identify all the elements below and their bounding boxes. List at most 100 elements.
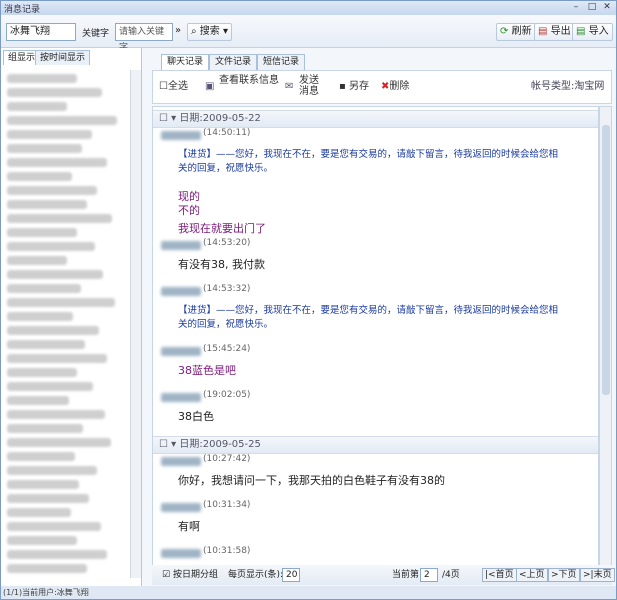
contact-item[interactable] — [7, 242, 95, 251]
next-page-button[interactable]: >下页 — [548, 568, 580, 582]
minimize-icon[interactable]: – — [569, 2, 583, 13]
contact-item[interactable] — [7, 200, 87, 209]
contact-item[interactable] — [7, 88, 102, 97]
contact-list-scrollbar[interactable] — [130, 70, 141, 578]
date-group-header[interactable]: ☐ ▾ 日期:2009-05-25 — [153, 436, 598, 454]
contact-item[interactable] — [7, 228, 77, 237]
contact-card-icon: ▣ — [205, 81, 215, 92]
contact-item[interactable] — [7, 424, 83, 433]
message-item[interactable]: (14:50:11) 【进货】——您好，我现在不在，要是您有交易的，请敲下留言，待… — [153, 128, 598, 188]
contact-item[interactable] — [7, 214, 112, 223]
message-item[interactable]: 现的 不的 — [153, 188, 598, 220]
contact-item[interactable] — [7, 172, 72, 181]
contact-item[interactable] — [7, 368, 77, 377]
contact-item[interactable] — [7, 340, 85, 349]
contact-item[interactable] — [7, 326, 99, 335]
per-page-input[interactable]: 20 — [282, 568, 300, 582]
scroll-thumb[interactable] — [602, 125, 610, 395]
send-message-button[interactable]: 发送消息 — [299, 75, 325, 97]
tab-time-view[interactable]: 按时间显示 — [35, 50, 91, 65]
contact-item[interactable] — [7, 144, 82, 153]
sender-avatar — [161, 393, 201, 402]
contact-item[interactable] — [7, 522, 101, 531]
contact-item[interactable] — [7, 410, 105, 419]
status-bar: (1/1)当前用户:冰舞飞翔 — [1, 586, 616, 599]
message-item[interactable]: (10:31:34) 有啊 — [153, 500, 598, 546]
contact-item[interactable] — [7, 312, 73, 321]
select-all-checkbox[interactable]: ☐全选 — [159, 81, 188, 92]
message-item[interactable]: 我现在就要出门了 — [153, 220, 598, 238]
message-scrollbar[interactable] — [599, 106, 612, 566]
contact-item[interactable] — [7, 564, 87, 573]
contact-item[interactable] — [7, 536, 77, 545]
date-group-header[interactable]: ☐ ▾ 日期:2009-05-22 — [153, 110, 598, 128]
contact-item[interactable] — [7, 102, 67, 111]
checkbox-icon: ☐ — [159, 439, 168, 450]
contact-item[interactable] — [7, 158, 107, 167]
prev-page-button[interactable]: <上页 — [516, 568, 548, 582]
contact-item[interactable] — [7, 186, 97, 195]
first-page-button[interactable]: |<首页 — [482, 568, 517, 582]
save-as-button[interactable]: ▪ 另存 — [339, 81, 369, 92]
tab-sms-records[interactable]: 短信记录 — [257, 54, 306, 70]
last-page-button[interactable]: >|末页 — [580, 568, 615, 582]
contact-name-field[interactable]: 冰舞飞翔 — [6, 23, 76, 41]
current-page-input[interactable]: 2 — [420, 568, 438, 582]
view-contact-button[interactable]: 查看联系信息 — [219, 75, 279, 86]
tab-file-records[interactable]: 文件记录 — [209, 54, 258, 70]
contact-panel: 组显示 按时间显示 — [1, 48, 142, 586]
close-icon[interactable]: ✕ — [600, 2, 614, 13]
contact-item[interactable] — [7, 438, 111, 447]
checkbox-icon: ☐ — [159, 113, 168, 124]
keyword-input[interactable]: 请输入关键字 — [115, 23, 173, 53]
record-panel: 聊天记录 文件记录 短信记录 ☐全选 ▣ 查看联系信息 ✉ 发送消息 ▪ 另存 … — [146, 48, 615, 586]
window-title: 消息记录 — [4, 5, 41, 15]
import-button[interactable]: ▤ 导入 — [572, 23, 613, 41]
message-list[interactable]: ☐ ▾ 日期:2009-05-22 (14:50:11) 【进货】——您好，我现在不… — [152, 106, 599, 566]
message-item[interactable]: (14:53:20) 有没有38, 我付款 — [153, 238, 598, 284]
contact-item[interactable] — [7, 466, 97, 475]
message-item[interactable]: (19:02:05) 38白色 — [153, 390, 598, 436]
maximize-icon[interactable]: □ — [585, 2, 599, 13]
expand-icon[interactable]: » — [175, 25, 181, 36]
message-text: 38白色 — [178, 410, 214, 423]
contact-item[interactable] — [7, 550, 107, 559]
contact-item[interactable] — [7, 270, 103, 279]
contact-item[interactable] — [7, 130, 92, 139]
export-button[interactable]: ▤ 导出 — [534, 23, 575, 41]
contact-item[interactable] — [7, 74, 77, 83]
export-icon: ▤ — [538, 26, 548, 37]
contact-item[interactable] — [7, 298, 115, 307]
record-actions-bar: ☐全选 ▣ 查看联系信息 ✉ 发送消息 ▪ 另存 ✖删除 帐号类型:淘宝网 — [152, 70, 612, 104]
app-window: 消息记录 – □ ✕ 冰舞飞翔 关键字 请输入关键字 » ⌕ 搜索 ▾ ⟳ 刷新… — [0, 0, 617, 600]
keyword-label: 关键字 — [82, 29, 110, 39]
refresh-button[interactable]: ⟳ 刷新 — [496, 23, 536, 41]
group-by-date-checkbox[interactable]: ☑ 按日期分组 — [162, 565, 218, 585]
contact-item[interactable] — [7, 452, 75, 461]
account-type-label: 帐号类型:淘宝网 — [531, 81, 605, 92]
message-item[interactable]: (10:31:58)是现货还是要订货，你也说一声呀 — [153, 546, 598, 565]
search-button[interactable]: ⌕ 搜索 ▾ — [187, 23, 233, 41]
message-item[interactable]: (14:53:32) 【进货】——您好，我现在不在，要是您有交易的，请敲下留言，待… — [153, 284, 598, 344]
message-time: (14:50:11) — [203, 128, 251, 138]
contact-item[interactable] — [7, 508, 71, 517]
collapse-icon: ▾ — [171, 113, 177, 124]
message-item[interactable]: (10:27:42) 你好，我想请问一下，我那天拍的白色鞋子有没有38的 — [153, 454, 598, 500]
contact-item[interactable] — [7, 480, 79, 489]
collapse-icon: ▾ — [171, 439, 177, 450]
sender-avatar — [161, 457, 201, 466]
save-icon: ▪ — [339, 81, 346, 92]
contact-item[interactable] — [7, 382, 93, 391]
delete-button[interactable]: ✖删除 — [381, 81, 409, 92]
contact-item[interactable] — [7, 116, 117, 125]
search-icon: ⌕ — [191, 26, 197, 37]
contact-item[interactable] — [7, 494, 89, 503]
contact-item[interactable] — [7, 396, 69, 405]
message-item[interactable]: (15:45:24) 38蓝色是吧 — [153, 344, 598, 390]
tab-chat-records[interactable]: 聊天记录 — [161, 54, 210, 70]
chevron-down-icon: ▾ — [222, 26, 229, 37]
message-text: 有没有38, 我付款 — [178, 258, 265, 271]
contact-item[interactable] — [7, 256, 67, 265]
contact-item[interactable] — [7, 354, 107, 363]
contact-item[interactable] — [7, 284, 81, 293]
